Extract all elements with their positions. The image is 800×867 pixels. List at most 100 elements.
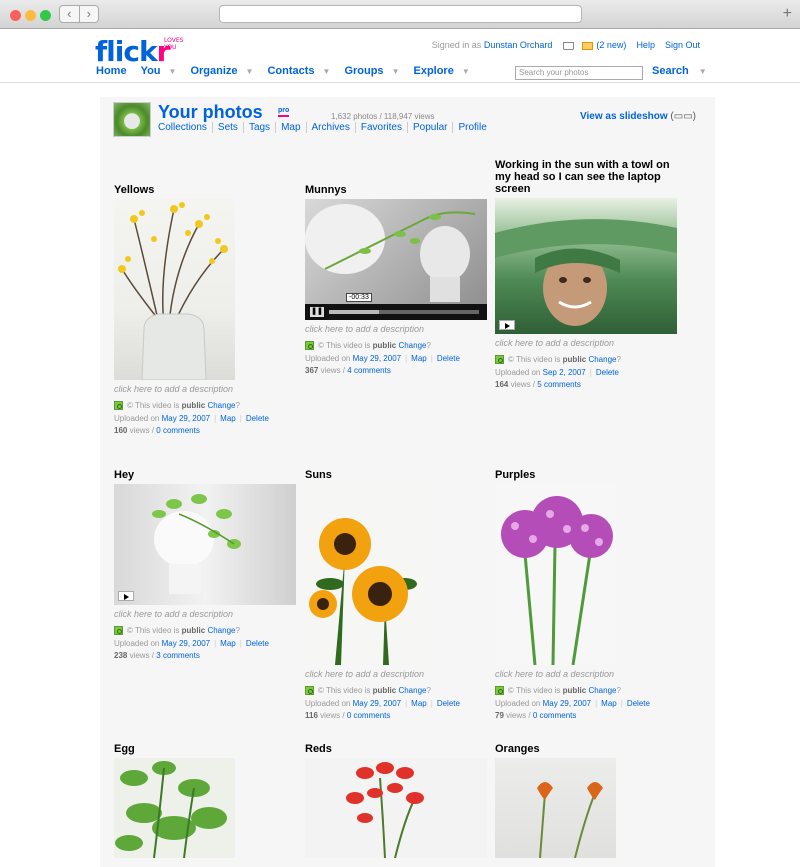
purple-alliums-image (501, 496, 613, 665)
change-link[interactable]: Change (588, 355, 616, 364)
flickr-logo[interactable]: flickr LOVES YOU (95, 35, 183, 68)
photo-title[interactable]: Purples (495, 469, 677, 481)
nav-groups[interactable]: Groups (344, 65, 383, 77)
delete-link[interactable]: Delete (246, 639, 269, 648)
photo-title[interactable]: Munnys (305, 184, 487, 196)
link-tags[interactable]: Tags (242, 122, 276, 133)
map-link[interactable]: Map (220, 639, 236, 648)
chevron-down-icon[interactable]: ▼ (246, 67, 254, 76)
address-bar[interactable] (219, 5, 582, 23)
avatar[interactable] (113, 102, 151, 137)
description-placeholder[interactable]: click here to add a description (495, 669, 677, 679)
description-placeholder[interactable]: click here to add a description (305, 324, 487, 334)
photo-thumbnail[interactable] (114, 758, 235, 858)
comments-link[interactable]: 0 comments (347, 711, 391, 720)
link-favorites[interactable]: Favorites (354, 122, 407, 133)
delete-link[interactable]: Delete (246, 414, 269, 423)
comments-link[interactable]: 0 comments (156, 426, 200, 435)
video-thumbnail[interactable] (114, 484, 296, 605)
link-map[interactable]: Map (275, 122, 306, 133)
description-placeholder[interactable]: click here to add a description (305, 669, 487, 679)
sign-out-link[interactable]: Sign Out (665, 40, 700, 50)
description-placeholder[interactable]: click here to add a description (114, 609, 296, 619)
video-thumbnail[interactable] (495, 198, 677, 334)
map-link[interactable]: Map (411, 699, 427, 708)
description-placeholder[interactable]: click here to add a description (495, 338, 677, 348)
delete-link[interactable]: Delete (596, 368, 619, 377)
photo-thumbnail[interactable] (495, 484, 616, 665)
chevron-down-icon[interactable]: ▼ (699, 67, 707, 76)
mail-count-link[interactable]: (2 new) (596, 40, 626, 50)
change-link[interactable]: Change (588, 686, 616, 695)
search-button[interactable]: Search ▼ (652, 65, 707, 77)
photo-title[interactable]: Hey (114, 469, 296, 481)
link-archives[interactable]: Archives (305, 122, 355, 133)
flickr-page: flickr LOVES YOU Signed in as Dunstan Orc… (0, 29, 800, 867)
photo-title[interactable]: Egg (114, 743, 296, 755)
nav-organize[interactable]: Organize (190, 65, 237, 77)
photo-thumbnail[interactable] (114, 199, 235, 380)
link-sets[interactable]: Sets (211, 122, 243, 133)
photo-thumbnail[interactable] (305, 484, 426, 665)
play-icon[interactable] (118, 591, 134, 601)
change-link[interactable]: Change (398, 686, 426, 695)
green-sprouts-image (115, 761, 227, 858)
upload-date-link[interactable]: Sep 2, 2007 (543, 368, 586, 377)
photo-title[interactable]: Yellows (114, 184, 296, 196)
search-input[interactable]: Search your photos (515, 66, 643, 80)
description-placeholder[interactable]: click here to add a description (114, 384, 296, 394)
photo-card: Working in the sun with a towl on my hea… (495, 159, 677, 392)
photo-title[interactable]: Reds (305, 743, 487, 755)
new-tab-icon[interactable]: + (783, 5, 792, 23)
photo-title[interactable]: Suns (305, 469, 487, 481)
photo-thumbnail[interactable] (305, 758, 487, 858)
user-link[interactable]: Dunstan Orchard (484, 40, 553, 50)
chevron-down-icon[interactable]: ▼ (462, 67, 470, 76)
nav-explore[interactable]: Explore (413, 65, 453, 77)
upload-date-link[interactable]: May 29, 2007 (162, 639, 210, 648)
link-popular[interactable]: Popular (407, 122, 453, 133)
nav-you[interactable]: You (141, 65, 161, 77)
upload-date-link[interactable]: May 29, 2007 (162, 414, 210, 423)
map-link[interactable]: Map (601, 699, 617, 708)
map-link[interactable]: Map (220, 414, 236, 423)
delete-link[interactable]: Delete (627, 699, 650, 708)
change-link[interactable]: Change (207, 401, 235, 410)
upload-date-link[interactable]: May 29, 2007 (543, 699, 591, 708)
forward-icon[interactable]: › (80, 6, 99, 22)
link-collections[interactable]: Collections (158, 122, 212, 133)
zoom-window-button[interactable] (40, 10, 51, 21)
cart-icon[interactable] (562, 41, 574, 50)
link-profile[interactable]: Profile (452, 122, 492, 133)
close-window-button[interactable] (10, 10, 21, 21)
help-link[interactable]: Help (636, 40, 655, 50)
photo-thumbnail[interactable] (495, 758, 616, 858)
map-link[interactable]: Map (411, 354, 427, 363)
chevron-down-icon[interactable]: ▼ (323, 67, 331, 76)
mail-icon[interactable] (582, 41, 594, 50)
upload-date-link[interactable]: May 29, 2007 (353, 354, 401, 363)
delete-link[interactable]: Delete (437, 354, 460, 363)
video-thumbnail[interactable]: -00:33 ❚❚ (305, 199, 487, 320)
nav-contacts[interactable]: Contacts (267, 65, 314, 77)
slideshow-link[interactable]: View as slideshow (▭▭) (580, 111, 696, 122)
pause-icon[interactable]: ❚❚ (310, 307, 324, 317)
public-icon (495, 355, 504, 365)
chevron-down-icon[interactable]: ▼ (169, 67, 177, 76)
photo-title[interactable]: Oranges (495, 743, 677, 755)
comments-link[interactable]: 3 comments (156, 651, 200, 660)
comments-link[interactable]: 5 comments (537, 380, 581, 389)
photo-card: Suns click here to add a description © T… (305, 469, 487, 723)
delete-link[interactable]: Delete (437, 699, 460, 708)
nav-home[interactable]: Home (96, 65, 127, 77)
photo-title[interactable]: Working in the sun with a towl on my hea… (495, 159, 677, 195)
chevron-down-icon[interactable]: ▼ (392, 67, 400, 76)
minimize-window-button[interactable] (25, 10, 36, 21)
play-icon[interactable] (499, 320, 515, 330)
comments-link[interactable]: 4 comments (347, 366, 391, 375)
back-icon[interactable]: ‹ (60, 6, 80, 22)
comments-link[interactable]: 0 comments (533, 711, 577, 720)
upload-date-link[interactable]: May 29, 2007 (353, 699, 401, 708)
change-link[interactable]: Change (207, 626, 235, 635)
change-link[interactable]: Change (398, 341, 426, 350)
